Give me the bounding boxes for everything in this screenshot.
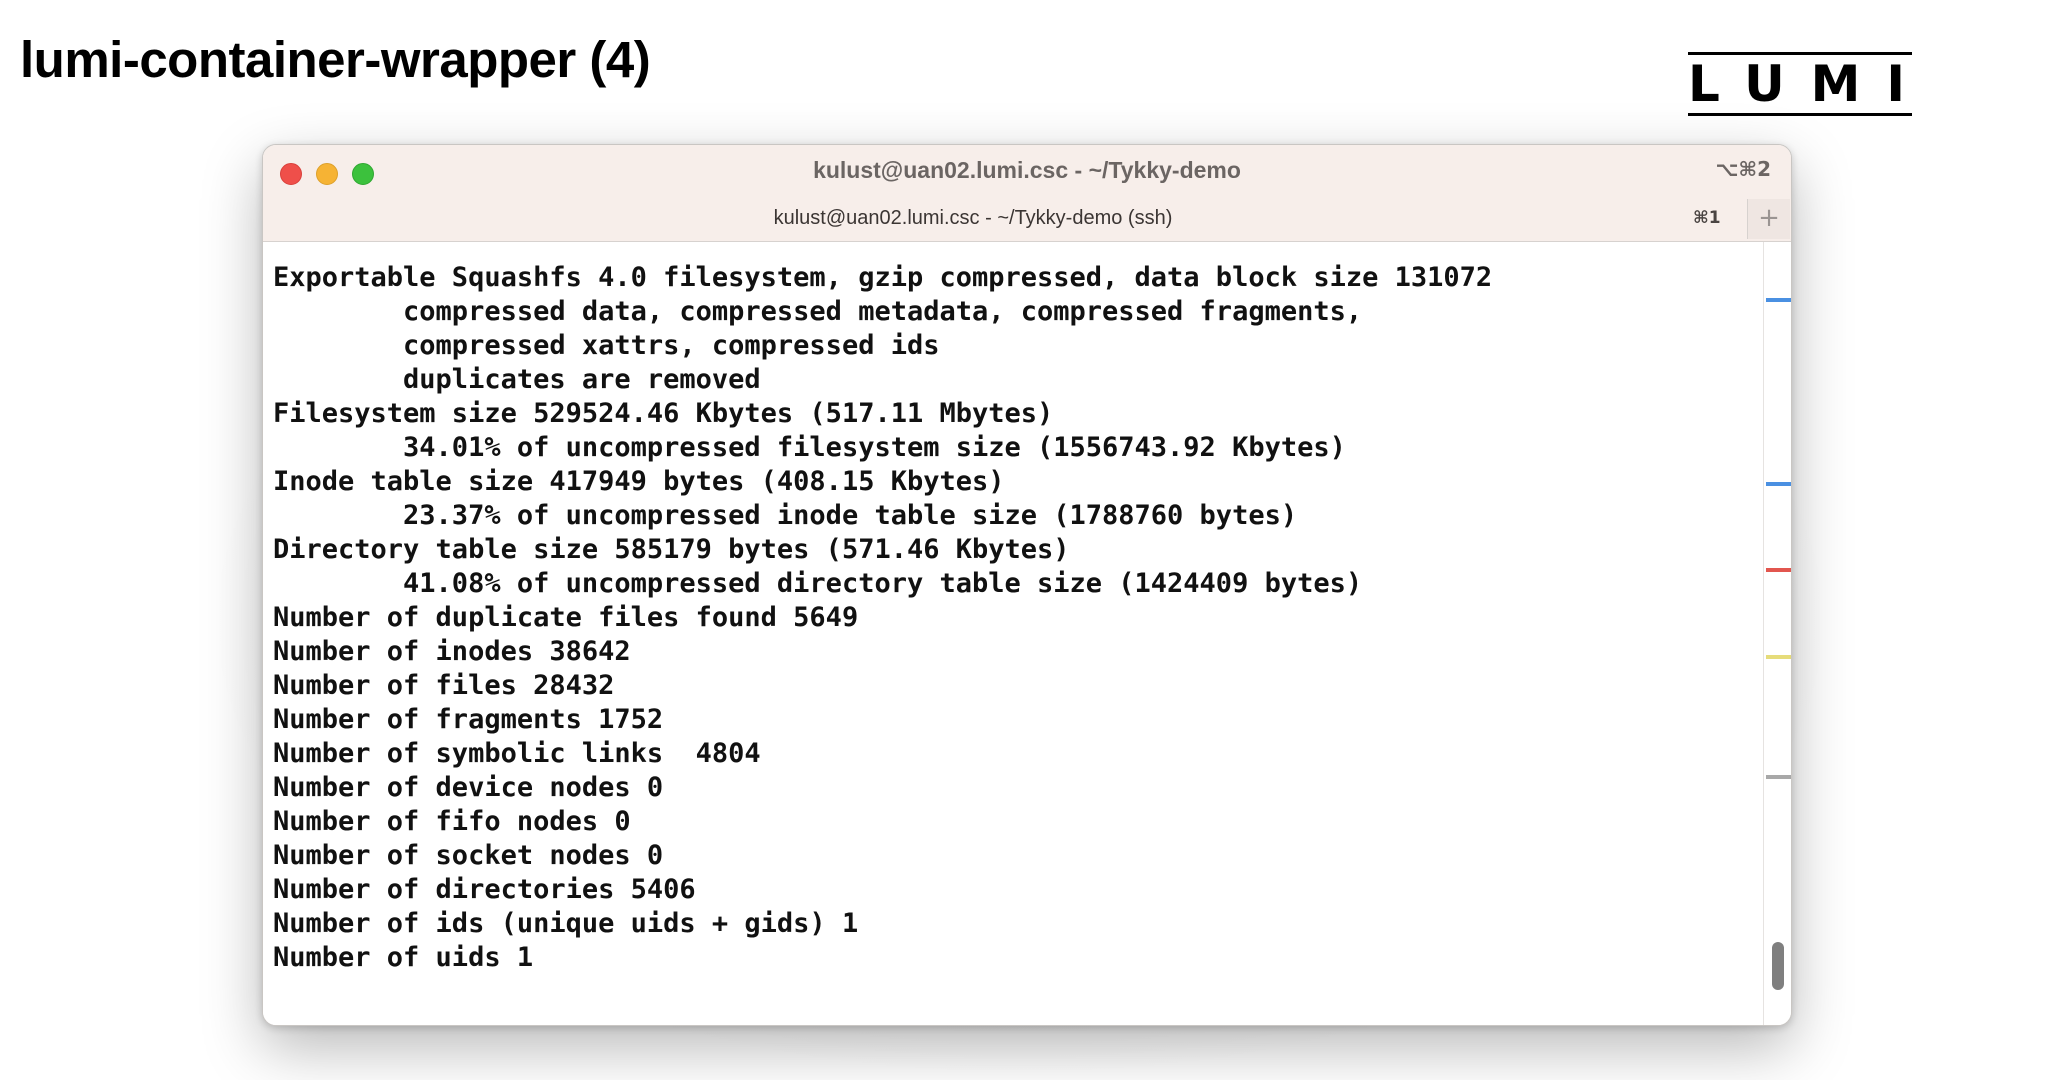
slide-title: lumi-container-wrapper (4) [20,31,651,88]
scrollbar[interactable] [1763,242,1791,1025]
scrollbar-thumb[interactable] [1772,942,1784,990]
scroll-mark [1766,655,1791,659]
title-bar[interactable]: kulust@uan02.lumi.csc - ~/Tykky-demo ⌥⌘2… [263,145,1791,242]
lumi-logo: LUMI [1688,52,1912,116]
terminal-window: kulust@uan02.lumi.csc - ~/Tykky-demo ⌥⌘2… [262,144,1792,1026]
terminal-line: 23.37% of uncompressed inode table size … [273,500,1298,531]
window-shortcut: ⌥⌘2 [1715,157,1771,181]
scroll-mark [1766,568,1791,572]
terminal-line: Number of device nodes 0 [273,772,664,803]
terminal-line: Number of directories 5406 [273,874,696,905]
terminal-line: Number of ids (unique uids + gids) 1 [273,908,859,939]
terminal-line: duplicates are removed [273,364,761,395]
terminal-line: Number of files 28432 [273,670,615,701]
tab-ssh-session[interactable]: kulust@uan02.lumi.csc - ~/Tykky-demo (ss… [263,197,1743,241]
window-title: kulust@uan02.lumi.csc - ~/Tykky-demo [813,157,1241,183]
terminal-line: Number of uids 1 [273,942,534,973]
terminal-line: 41.08% of uncompressed directory table s… [273,568,1363,599]
logo-text: LUMI [1688,55,1932,113]
terminal-line: compressed xattrs, compressed ids [273,330,940,361]
terminal-line: Exportable Squashfs 4.0 filesystem, gzip… [273,262,1493,293]
terminal-line: compressed data, compressed metadata, co… [273,296,1363,327]
terminal-line: Number of fragments 1752 [273,704,664,735]
scroll-mark [1766,775,1791,779]
tab-shortcut: ⌘1 [1693,208,1721,228]
terminal-line: Number of duplicate files found 5649 [273,602,859,633]
terminal-output[interactable]: Exportable Squashfs 4.0 filesystem, gzip… [263,242,1763,1025]
tab-title: kulust@uan02.lumi.csc - ~/Tykky-demo (ss… [773,207,1173,229]
terminal-line: Number of symbolic links 4804 [273,738,761,769]
tab-bar: kulust@uan02.lumi.csc - ~/Tykky-demo (ss… [263,197,1791,241]
scroll-mark [1766,298,1791,302]
terminal-line: Inode table size 417949 bytes (408.15 Kb… [273,466,1005,497]
scroll-mark [1766,482,1791,486]
terminal-line: Directory table size 585179 bytes (571.4… [273,534,1070,565]
logo-bottom-rule [1688,113,1912,116]
terminal-line: Filesystem size 529524.46 Kbytes (517.11… [273,398,1054,429]
new-tab-button[interactable]: + [1747,199,1790,239]
terminal-line: Number of inodes 38642 [273,636,631,667]
terminal-line: Number of fifo nodes 0 [273,806,631,837]
terminal-line: Number of socket nodes 0 [273,840,664,871]
terminal-line: 34.01% of uncompressed filesystem size (… [273,432,1346,463]
